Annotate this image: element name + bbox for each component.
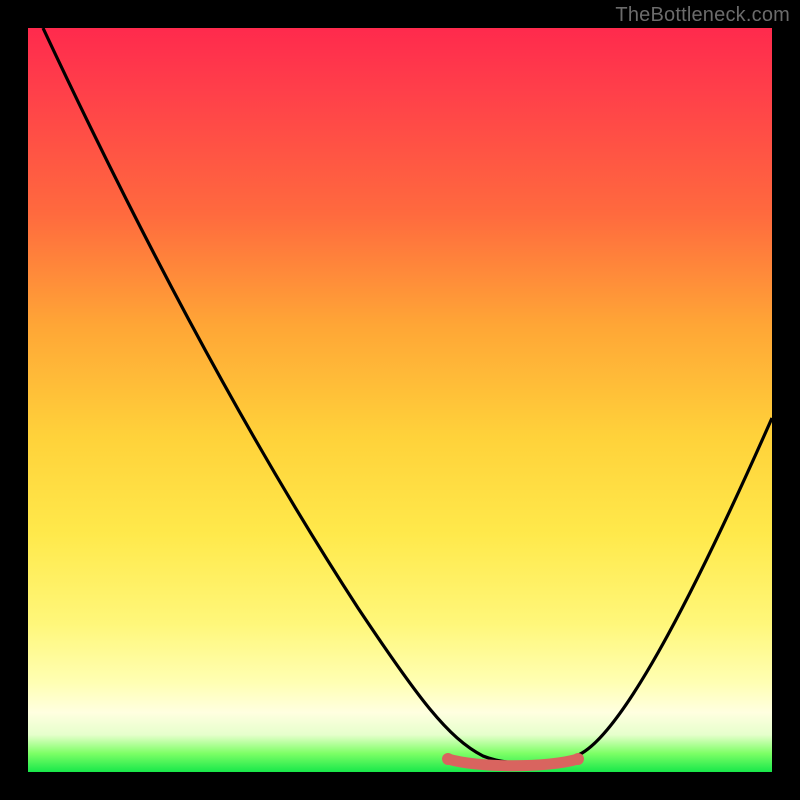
watermark-text: TheBottleneck.com [615,4,790,27]
bottleneck-curve [28,28,772,772]
curve-path [43,28,772,764]
valley-highlight [448,759,578,766]
valley-right-tick [572,753,584,765]
chart-frame: TheBottleneck.com [0,0,800,800]
plot-area [28,28,772,772]
valley-left-tick [442,753,454,765]
